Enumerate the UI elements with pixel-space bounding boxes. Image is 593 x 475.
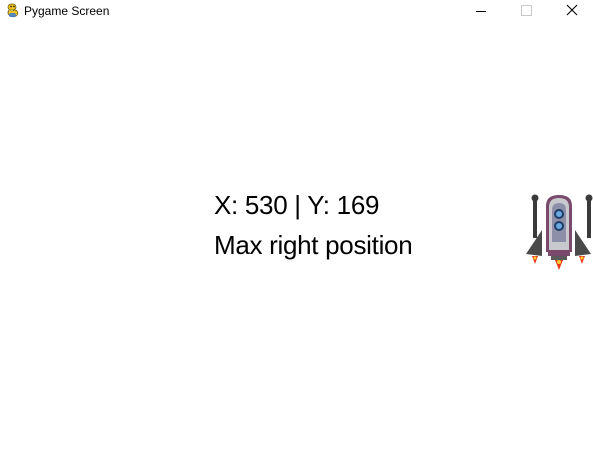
close-icon (566, 4, 578, 16)
title-bar[interactable]: Pygame Screen (0, 0, 593, 22)
minimize-button[interactable] (458, 0, 504, 22)
minimize-icon (476, 11, 486, 12)
player-spaceship (524, 192, 593, 276)
close-button[interactable] (548, 0, 593, 22)
maximize-button[interactable] (504, 0, 550, 22)
pygame-window: Pygame Screen X: 530 | Y: 169 Max right … (0, 0, 593, 475)
maximize-icon (521, 5, 532, 16)
coordinates-readout: X: 530 | Y: 169 (214, 190, 380, 220)
pygame-snake-icon (5, 3, 21, 19)
position-message: Max right position (214, 230, 413, 260)
spaceship-icon (526, 194, 593, 270)
window-title: Pygame Screen (24, 4, 110, 18)
game-canvas[interactable]: X: 530 | Y: 169 Max right position (0, 22, 593, 475)
